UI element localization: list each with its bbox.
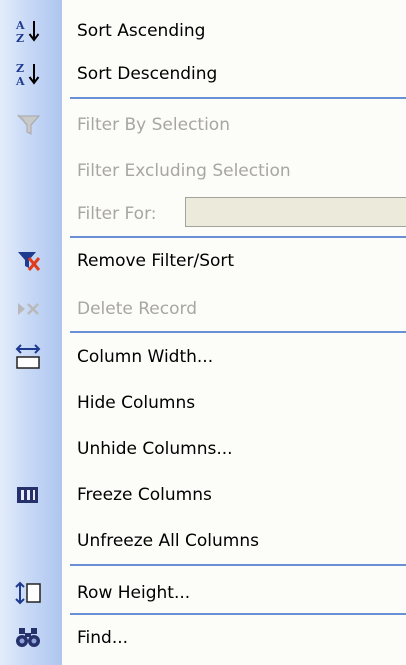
menu-separator bbox=[70, 331, 406, 333]
svg-text:Z: Z bbox=[16, 62, 24, 75]
menu-item-filter-excluding-selection[interactable]: Filter Excluding Selection bbox=[0, 148, 406, 194]
sort-descending-icon: Z A bbox=[15, 61, 43, 87]
menu-item-label: Delete Record bbox=[77, 299, 197, 319]
menu-item-unhide-columns[interactable]: Unhide Columns... bbox=[0, 426, 406, 472]
menu-item-delete-record[interactable]: Delete Record bbox=[0, 286, 406, 332]
row-height-icon bbox=[15, 580, 43, 606]
filter-selection-icon bbox=[15, 112, 43, 138]
menu-item-unfreeze-all-columns[interactable]: Unfreeze All Columns bbox=[0, 518, 406, 564]
menu-item-label: Filter For: bbox=[77, 204, 157, 224]
menu-item-freeze-columns[interactable]: Freeze Columns bbox=[0, 472, 406, 518]
freeze-columns-icon bbox=[15, 482, 43, 508]
menu-item-sort-descending[interactable]: Z A Sort Descending bbox=[0, 51, 406, 97]
menu-separator bbox=[70, 564, 406, 566]
menu-item-label: Sort Ascending bbox=[77, 21, 206, 41]
menu-item-label: Sort Descending bbox=[77, 64, 218, 84]
menu-item-filter-for[interactable]: Filter For: bbox=[0, 191, 406, 237]
menu-item-row-height[interactable]: Row Height... bbox=[0, 570, 406, 616]
filter-for-input[interactable] bbox=[185, 197, 406, 227]
svg-text:Z: Z bbox=[16, 32, 24, 44]
menu-item-find[interactable]: Find... bbox=[0, 615, 406, 661]
menu-item-hide-columns[interactable]: Hide Columns bbox=[0, 380, 406, 426]
context-menu: A Z Sort Ascending Z A Sort Descending F… bbox=[0, 0, 406, 665]
menu-item-label: Freeze Columns bbox=[77, 485, 212, 505]
svg-text:A: A bbox=[15, 75, 25, 87]
sort-ascending-icon: A Z bbox=[15, 18, 43, 44]
menu-item-filter-by-selection[interactable]: Filter By Selection bbox=[0, 102, 406, 148]
delete-record-icon bbox=[15, 296, 43, 322]
menu-item-label: Filter By Selection bbox=[77, 115, 230, 135]
svg-text:A: A bbox=[15, 19, 25, 32]
menu-item-label: Column Width... bbox=[77, 347, 214, 367]
menu-separator bbox=[70, 97, 406, 99]
binoculars-icon bbox=[15, 625, 43, 651]
menu-item-label: Unhide Columns... bbox=[77, 439, 233, 459]
menu-item-label: Filter Excluding Selection bbox=[77, 161, 291, 181]
menu-item-label: Hide Columns bbox=[77, 393, 196, 413]
menu-item-label: Remove Filter/Sort bbox=[77, 251, 235, 271]
menu-item-sort-ascending[interactable]: A Z Sort Ascending bbox=[0, 8, 406, 54]
menu-item-column-width[interactable]: Column Width... bbox=[0, 334, 406, 380]
menu-item-label: Unfreeze All Columns bbox=[77, 531, 259, 551]
menu-item-label: Find... bbox=[77, 628, 129, 648]
menu-item-remove-filter-sort[interactable]: Remove Filter/Sort bbox=[0, 238, 406, 284]
column-width-icon bbox=[15, 344, 43, 370]
menu-icon-gutter bbox=[0, 0, 62, 665]
remove-filter-icon bbox=[15, 248, 43, 274]
menu-item-label: Row Height... bbox=[77, 583, 191, 603]
